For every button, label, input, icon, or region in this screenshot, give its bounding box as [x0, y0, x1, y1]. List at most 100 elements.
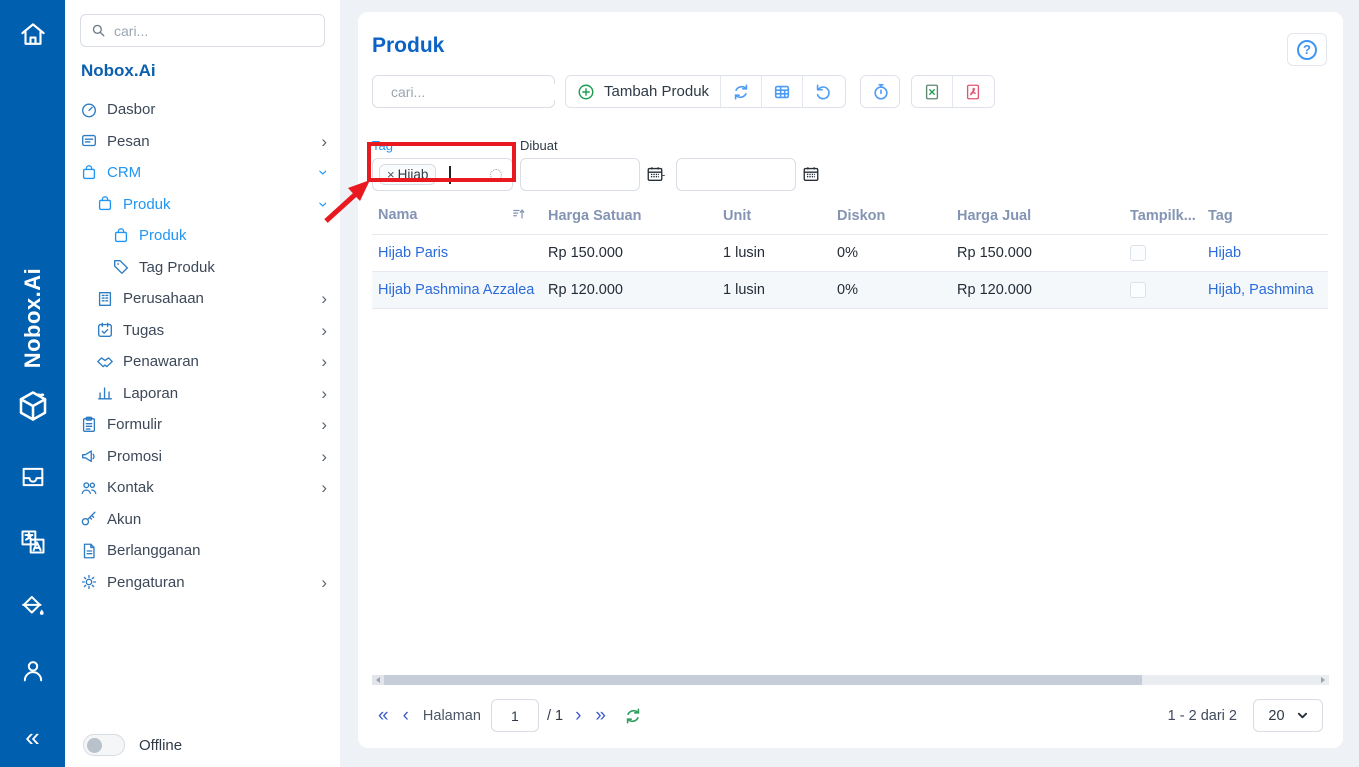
col-diskon[interactable]: Diskon — [831, 198, 951, 235]
sidebar-item-penawaran[interactable]: Penawaran › — [80, 346, 327, 378]
gear-icon — [80, 573, 98, 591]
tag-filter-input[interactable]: × Hijab — [372, 158, 513, 191]
sidebar-item-promosi[interactable]: Promosi › — [80, 441, 327, 473]
sidebar-item-berlangganan[interactable]: Berlangganan — [80, 535, 327, 567]
user-icon[interactable] — [19, 657, 47, 685]
add-product-button[interactable]: Tambah Produk — [566, 76, 720, 107]
product-table: Nama Harga Satuan Unit Diskon Harga Jual… — [372, 198, 1328, 309]
main-area: Produk ? Tambah Produk — [340, 0, 1359, 767]
col-tampilkan[interactable]: Tampilk... — [1124, 198, 1202, 235]
sidebar-item-tugas[interactable]: Tugas › — [80, 315, 327, 347]
table-search[interactable] — [372, 75, 555, 108]
table-view-button[interactable] — [761, 76, 802, 107]
export-pdf-button[interactable] — [952, 76, 993, 107]
col-tag[interactable]: Tag — [1202, 198, 1328, 235]
rail-brand-vertical: Nobox.Ai — [20, 268, 46, 369]
col-nama[interactable]: Nama — [372, 198, 542, 235]
sidebar-menu: Dasbor Pesan › CRM › Produk › Produk Tag… — [80, 94, 327, 598]
tag-chip-hijab[interactable]: × Hijab — [379, 164, 436, 185]
last-page-button[interactable]: » — [595, 706, 606, 725]
col-unit[interactable]: Unit — [717, 198, 831, 235]
sidebar-item-perusahaan[interactable]: Perusahaan › — [80, 283, 327, 315]
table-header-row: Nama Harga Satuan Unit Diskon Harga Jual… — [372, 198, 1328, 235]
date-range-separator: - — [661, 167, 665, 182]
sidebar-search[interactable] — [80, 14, 325, 47]
dashboard-icon — [80, 101, 98, 119]
translate-icon[interactable] — [19, 528, 47, 556]
tampilkan-checkbox[interactable] — [1130, 282, 1146, 298]
cell-diskon: 0% — [831, 272, 951, 309]
chip-remove-icon[interactable]: × — [387, 167, 395, 182]
people-icon — [80, 479, 98, 497]
page-size-select[interactable]: 20 — [1253, 699, 1323, 732]
help-button[interactable]: ? — [1287, 33, 1327, 66]
chevron-right-icon: › — [321, 133, 327, 150]
refresh-button[interactable] — [720, 76, 761, 107]
col-harga-jual[interactable]: Harga Jual — [951, 198, 1124, 235]
prev-page-button[interactable]: ‹ — [403, 706, 409, 725]
sidebar-item-crm[interactable]: CRM › — [80, 157, 327, 189]
calendar-icon[interactable] — [802, 165, 820, 183]
handshake-icon — [96, 353, 114, 371]
chevron-right-icon: › — [321, 479, 327, 496]
toggle-knob — [87, 738, 102, 753]
page-number-input[interactable] — [491, 699, 539, 732]
cell-harga-satuan: Rp 120.000 — [542, 272, 717, 309]
offline-toggle[interactable] — [83, 734, 125, 756]
megaphone-icon — [80, 447, 98, 465]
tag-link[interactable]: Hijab — [1208, 245, 1241, 261]
nobox-logo-icon[interactable] — [15, 388, 51, 424]
cell-unit: 1 lusin — [717, 272, 831, 309]
date-from-input[interactable] — [520, 158, 640, 191]
cell-unit: 1 lusin — [717, 235, 831, 272]
sidebar-item-pesan[interactable]: Pesan › — [80, 126, 327, 158]
search-icon — [91, 23, 106, 38]
table-row: Hijab Pashmina Azzalea Rp 120.000 1 lusi… — [372, 272, 1328, 309]
sidebar-search-input[interactable] — [114, 23, 314, 39]
sidebar-item-kontak[interactable]: Kontak › — [80, 472, 327, 504]
export-excel-button[interactable] — [912, 76, 952, 107]
sidebar-item-akun[interactable]: Akun — [80, 504, 327, 536]
bar-chart-icon — [96, 384, 114, 402]
bag-icon — [112, 227, 130, 245]
chevron-right-icon: › — [321, 574, 327, 591]
undo-button[interactable] — [802, 76, 843, 107]
scroll-left-arrow[interactable] — [372, 675, 384, 685]
sidebar-item-formulir[interactable]: Formulir › — [80, 409, 327, 441]
home-icon[interactable] — [18, 20, 48, 50]
cell-diskon: 0% — [831, 235, 951, 272]
cell-harga-jual: Rp 120.000 — [951, 272, 1124, 309]
horizontal-scrollbar[interactable] — [372, 675, 1329, 685]
sidebar-item-dasbor[interactable]: Dasbor — [80, 94, 327, 126]
sort-icon[interactable] — [512, 207, 526, 225]
sidebar-item-produk-group[interactable]: Produk › — [80, 189, 327, 221]
date-to-input[interactable] — [676, 158, 796, 191]
sidebar-item-tag-produk[interactable]: Tag Produk — [80, 252, 327, 284]
key-icon — [80, 510, 98, 528]
sidebar-item-pengaturan[interactable]: Pengaturan › — [80, 567, 327, 599]
first-page-button[interactable]: « — [378, 706, 389, 725]
collapse-sidebar-icon[interactable]: « — [25, 722, 39, 753]
page-total: / 1 — [547, 708, 563, 724]
product-link[interactable]: Hijab Pashmina Azzalea — [378, 282, 534, 298]
inbox-icon[interactable] — [19, 463, 47, 491]
tampilkan-checkbox[interactable] — [1130, 245, 1146, 261]
col-harga-satuan[interactable]: Harga Satuan — [542, 198, 717, 235]
tag-link[interactable]: Hijab, Pashmina — [1208, 282, 1314, 298]
scrollbar-thumb[interactable] — [384, 675, 1142, 685]
refresh-table-button[interactable] — [624, 707, 642, 725]
sidebar-item-laporan[interactable]: Laporan › — [80, 378, 327, 410]
product-link[interactable]: Hijab Paris — [378, 245, 448, 261]
task-calendar-icon — [96, 321, 114, 339]
offline-label: Offline — [139, 737, 182, 754]
table-search-input[interactable] — [391, 84, 572, 100]
chevron-right-icon: › — [321, 416, 327, 433]
bag-icon — [80, 164, 98, 182]
toolbar-group-history — [860, 75, 900, 108]
next-page-button[interactable]: › — [575, 706, 581, 725]
sidebar-item-produk[interactable]: Produk — [80, 220, 327, 252]
scroll-right-arrow[interactable] — [1317, 675, 1329, 685]
chevron-down-icon — [1297, 710, 1308, 721]
history-button[interactable] — [861, 76, 900, 107]
paint-bucket-icon[interactable] — [19, 592, 47, 620]
